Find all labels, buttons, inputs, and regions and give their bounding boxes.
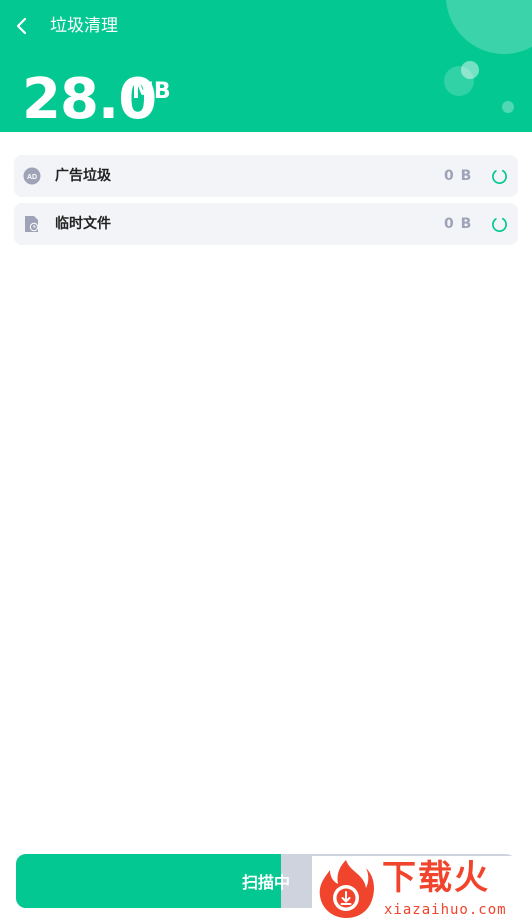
junk-item-label: 广告垃圾	[55, 168, 111, 184]
loading-spinner-icon	[492, 169, 507, 184]
page-title: 垃圾清理	[50, 16, 118, 36]
junk-item-size: 0 B	[444, 168, 473, 184]
decor-circle	[502, 101, 514, 113]
junk-item-size: 0 B	[444, 216, 473, 232]
header-bar: 垃圾清理 28.0 MB	[0, 0, 532, 132]
decor-circle	[446, 0, 532, 54]
svg-text:AD: AD	[27, 174, 37, 181]
junk-size-unit: MB	[132, 79, 171, 104]
decor-circle	[461, 61, 479, 79]
watermark-url: xiazaihuo.com	[384, 902, 507, 918]
watermark-logo: 下载火 xiazaihuo.com	[312, 856, 524, 922]
junk-item-ads[interactable]: AD 广告垃圾 0 B	[14, 155, 518, 197]
watermark-text: 下载火	[382, 858, 490, 898]
ad-icon: AD	[23, 167, 41, 185]
junk-item-temp-files[interactable]: 临时文件 0 B	[14, 203, 518, 245]
loading-spinner-icon	[492, 217, 507, 232]
chevron-left-icon	[16, 17, 27, 35]
temp-file-icon	[25, 216, 39, 232]
flame-logo-icon	[319, 860, 374, 918]
back-button[interactable]	[8, 12, 36, 40]
junk-item-label: 临时文件	[55, 216, 111, 232]
